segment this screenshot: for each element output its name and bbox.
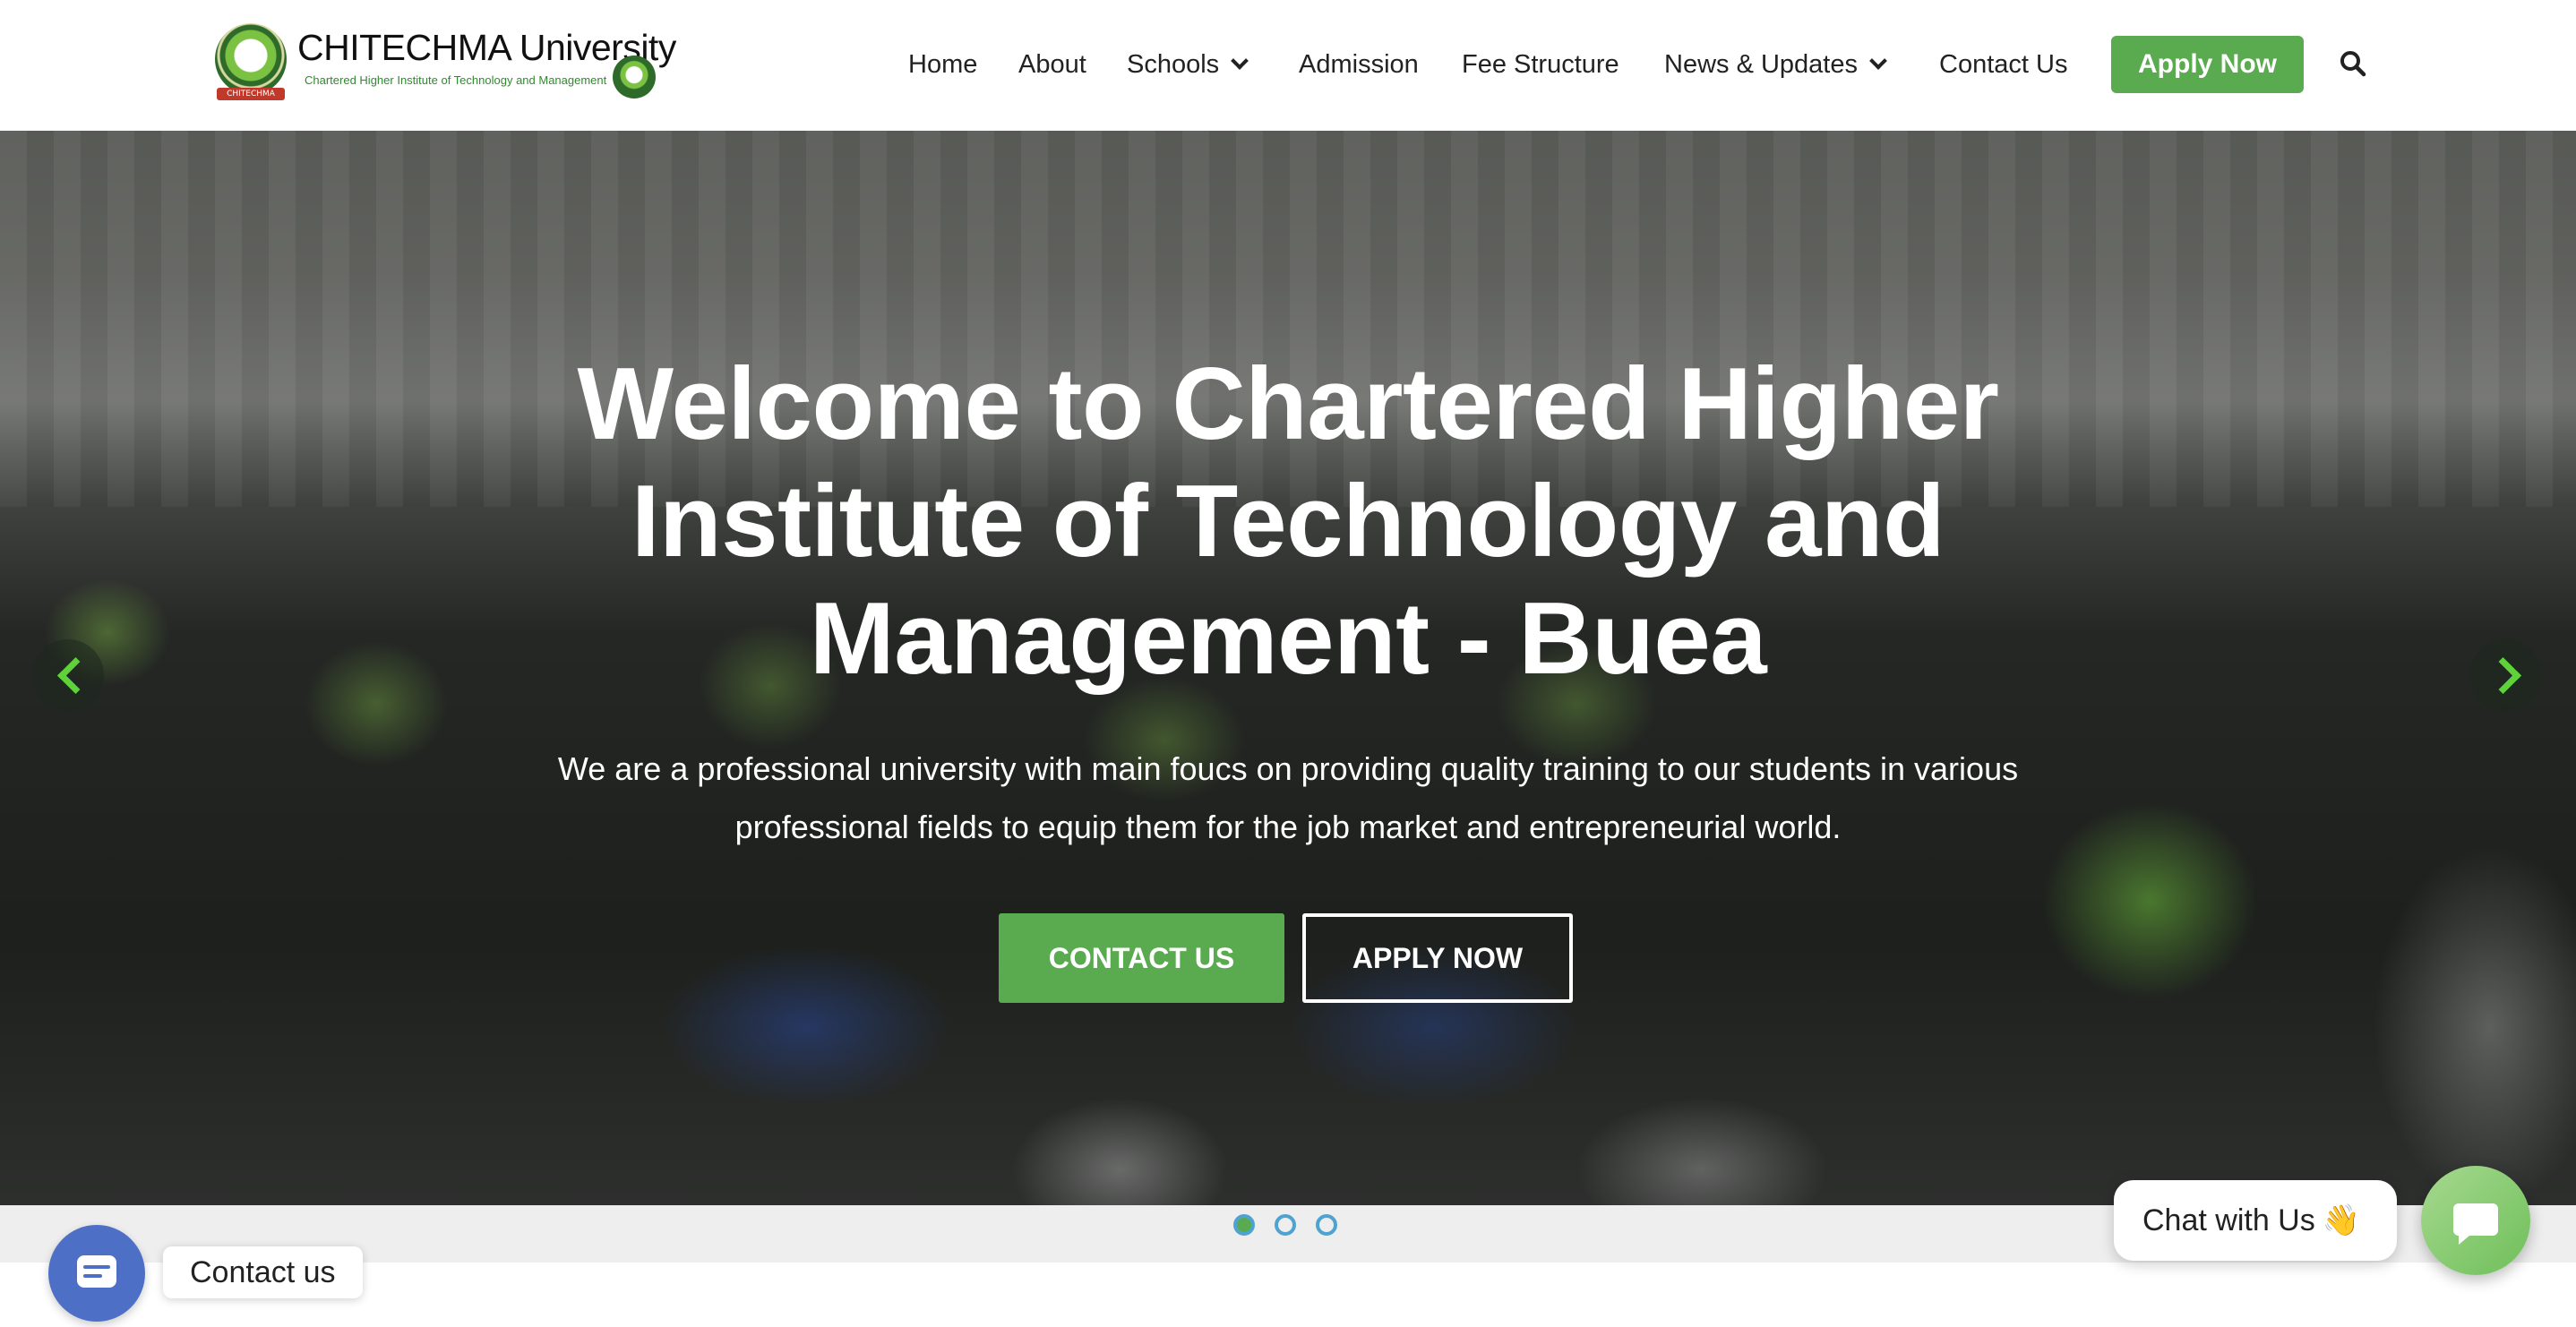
chevron-down-icon bbox=[1231, 52, 1249, 70]
hero-slider: Welcome to Chartered Higher Institute of… bbox=[0, 131, 2576, 1205]
nav-contact-us[interactable]: Contact Us bbox=[1939, 50, 2067, 79]
chevron-left-icon bbox=[56, 656, 95, 695]
hero-title: Welcome to Chartered Higher Institute of… bbox=[577, 347, 1999, 696]
slider-dot-2[interactable] bbox=[1275, 1214, 1296, 1236]
logo-seal-icon bbox=[215, 23, 287, 95]
site-logo[interactable]: CHITECHMA CHITECHMA University Chartered… bbox=[215, 21, 676, 104]
chat-icon bbox=[2453, 1203, 2498, 1245]
chat-label-text: Chat with Us bbox=[2142, 1203, 2315, 1237]
contact-widget-button[interactable] bbox=[48, 1225, 145, 1322]
slider-prev-button[interactable] bbox=[32, 639, 104, 711]
search-icon[interactable] bbox=[2340, 50, 2366, 77]
slider-dot-1[interactable] bbox=[1233, 1214, 1255, 1236]
hero-contact-us-button[interactable]: CONTACT US bbox=[999, 913, 1284, 1003]
nav-news-updates[interactable]: News & Updates bbox=[1664, 50, 1887, 79]
hero-description: We are a professional university with ma… bbox=[557, 750, 2019, 845]
nav-schools[interactable]: Schools bbox=[1127, 50, 1249, 79]
chevron-down-icon bbox=[1869, 52, 1887, 70]
nav-about[interactable]: About bbox=[1018, 50, 1086, 79]
chat-widget-button[interactable] bbox=[2421, 1166, 2530, 1275]
nav-home[interactable]: Home bbox=[908, 50, 977, 79]
nav-admission[interactable]: Admission bbox=[1299, 50, 1419, 79]
nav-schools-label: Schools bbox=[1127, 50, 1220, 79]
chevron-right-icon bbox=[2484, 656, 2522, 695]
slider-dot-3[interactable] bbox=[1316, 1214, 1337, 1236]
site-header: CHITECHMA CHITECHMA University Chartered… bbox=[0, 0, 2576, 132]
contact-widget-label[interactable]: Contact us bbox=[163, 1246, 363, 1298]
apply-now-button[interactable]: Apply Now bbox=[2111, 36, 2304, 93]
message-icon bbox=[77, 1255, 116, 1288]
logo-ribbon: CHITECHMA bbox=[217, 88, 285, 100]
nav-news-label: News & Updates bbox=[1664, 50, 1858, 79]
hero-apply-now-button[interactable]: APPLY NOW bbox=[1302, 913, 1573, 1003]
chat-widget-label[interactable]: Chat with Us 👋 bbox=[2114, 1180, 2397, 1261]
slider-next-button[interactable] bbox=[2470, 639, 2542, 711]
logo-seal-small-icon bbox=[613, 56, 656, 98]
logo-tagline: Chartered Higher Institute of Technology… bbox=[305, 73, 607, 87]
nav-fee-structure[interactable]: Fee Structure bbox=[1462, 50, 1619, 79]
wave-emoji-icon: 👋 bbox=[2322, 1203, 2361, 1237]
